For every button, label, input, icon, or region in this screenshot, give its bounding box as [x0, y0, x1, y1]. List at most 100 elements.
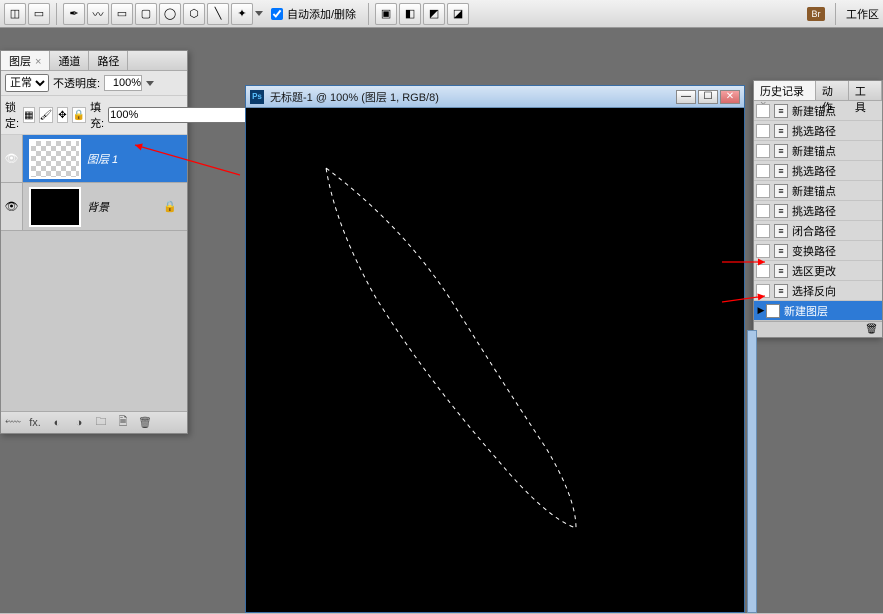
- path-subtract-icon[interactable]: ◧: [399, 3, 421, 25]
- auto-add-delete-checkbox[interactable]: 自动添加/删除: [271, 6, 356, 22]
- link-layers-icon[interactable]: ⬳: [5, 415, 21, 431]
- history-step-icon: ≡: [774, 224, 788, 238]
- path-combine-icon[interactable]: ▣: [375, 3, 397, 25]
- blend-mode-select[interactable]: 正常: [5, 74, 49, 92]
- visibility-toggle[interactable]: 👁: [1, 183, 23, 230]
- history-step-icon: ≡: [774, 124, 788, 138]
- lock-all-icon[interactable]: 🔒: [72, 107, 86, 123]
- history-step-icon: ≡: [774, 284, 788, 298]
- lock-icon: 🔒: [163, 200, 177, 213]
- history-item[interactable]: ≡选区更改: [754, 261, 882, 281]
- history-checkbox[interactable]: [756, 184, 770, 198]
- history-step-icon: ≡: [774, 244, 788, 258]
- visibility-toggle[interactable]: 👁: [1, 135, 23, 182]
- delete-layer-icon[interactable]: 🗑: [137, 415, 153, 431]
- layers-panel-tabs: 图层× 通道 路径: [1, 51, 187, 71]
- document-canvas[interactable]: [246, 108, 744, 612]
- history-item[interactable]: ≡新建锚点: [754, 181, 882, 201]
- separator: [56, 3, 57, 25]
- tab-actions[interactable]: 动作: [816, 81, 849, 100]
- maximize-button[interactable]: ☐: [698, 90, 718, 104]
- layer-name[interactable]: 图层 1: [87, 151, 118, 167]
- history-checkbox[interactable]: [756, 124, 770, 138]
- path-intersect-icon[interactable]: ◩: [423, 3, 445, 25]
- minimize-button[interactable]: —: [676, 90, 696, 104]
- history-item[interactable]: ▶≡新建图层: [754, 301, 882, 321]
- auto-add-label: 自动添加/删除: [287, 6, 356, 22]
- layer-name[interactable]: 背景: [87, 199, 109, 215]
- history-item[interactable]: ≡选择反向: [754, 281, 882, 301]
- tab-tools[interactable]: 工具: [849, 81, 882, 100]
- history-item[interactable]: ≡新建锚点: [754, 141, 882, 161]
- layer-mask-icon[interactable]: ◐: [49, 415, 65, 431]
- opacity-input[interactable]: [104, 75, 142, 91]
- polygon-shape-icon[interactable]: ⬡: [183, 3, 205, 25]
- rect-shape-icon[interactable]: ▭: [111, 3, 133, 25]
- tool-pen-rect-icon[interactable]: ◫: [4, 3, 26, 25]
- path-exclude-icon[interactable]: ◪: [447, 3, 469, 25]
- rounded-rect-icon[interactable]: ▢: [135, 3, 157, 25]
- pen-tool-icon[interactable]: ✒: [63, 3, 85, 25]
- lock-position-icon[interactable]: ✥: [57, 107, 67, 123]
- layer-blend-row: 正常 不透明度:: [1, 71, 187, 96]
- lock-label: 锁定:: [5, 99, 19, 131]
- docked-panel-strip[interactable]: [747, 330, 757, 613]
- history-checkbox[interactable]: [756, 264, 770, 278]
- history-panel: 历史记录 × 动作 工具 ≡新建锚点 ≡挑选路径 ≡新建锚点 ≡挑选路径 ≡新建…: [753, 80, 883, 338]
- line-shape-icon[interactable]: ╲: [207, 3, 229, 25]
- history-checkbox[interactable]: [756, 284, 770, 298]
- history-item[interactable]: ≡挑选路径: [754, 161, 882, 181]
- layer-row[interactable]: 👁 背景 🔒: [1, 183, 187, 231]
- adjustment-layer-icon[interactable]: ◑: [71, 415, 87, 431]
- tool-pen-shape-icon[interactable]: ▭: [28, 3, 50, 25]
- freeform-pen-icon[interactable]: 〰: [87, 3, 109, 25]
- trash-icon[interactable]: 🗑: [865, 324, 878, 335]
- opacity-label: 不透明度:: [53, 75, 100, 91]
- history-step-icon: ≡: [774, 264, 788, 278]
- layers-panel-footer: ⬳ fx. ◐ ◑ 🗀 🗎 🗑: [1, 411, 187, 433]
- opacity-slider-icon[interactable]: [146, 81, 154, 86]
- history-step-icon: ≡: [774, 204, 788, 218]
- close-button[interactable]: ✕: [720, 90, 740, 104]
- layer-fx-icon[interactable]: fx.: [27, 415, 43, 431]
- close-icon[interactable]: ×: [35, 56, 41, 68]
- history-checkbox[interactable]: [756, 224, 770, 238]
- tab-paths[interactable]: 路径: [89, 51, 128, 70]
- document-window: Ps 无标题-1 @ 100% (图层 1, RGB/8) — ☐ ✕: [245, 85, 745, 613]
- tab-layers[interactable]: 图层×: [1, 51, 50, 70]
- history-checkbox[interactable]: [756, 164, 770, 178]
- history-checkbox[interactable]: [756, 204, 770, 218]
- tab-history[interactable]: 历史记录 ×: [754, 81, 816, 100]
- bridge-icon[interactable]: Br: [807, 7, 825, 21]
- fill-input[interactable]: [108, 107, 254, 123]
- auto-add-checkbox-input[interactable]: [271, 8, 283, 20]
- tab-channels[interactable]: 通道: [50, 51, 89, 70]
- layer-thumbnail[interactable]: [29, 139, 81, 179]
- layer-group-icon[interactable]: 🗀: [93, 415, 109, 431]
- history-item[interactable]: ≡挑选路径: [754, 201, 882, 221]
- new-layer-icon[interactable]: 🗎: [115, 415, 131, 431]
- history-step-icon: ≡: [774, 184, 788, 198]
- custom-shape-icon[interactable]: ✦: [231, 3, 253, 25]
- history-checkbox[interactable]: [756, 244, 770, 258]
- layers-panel: 图层× 通道 路径 正常 不透明度: 锁定: ▦ 🖌 ✥ 🔒 填充: 👁 图层 …: [0, 50, 188, 434]
- history-item[interactable]: ≡闭合路径: [754, 221, 882, 241]
- history-step-icon: ≡: [774, 164, 788, 178]
- separator: [368, 3, 369, 25]
- lock-transparent-icon[interactable]: ▦: [23, 107, 34, 123]
- layer-row[interactable]: 👁 图层 1: [1, 135, 187, 183]
- workspace-label[interactable]: 工作区: [846, 6, 879, 22]
- history-checkbox[interactable]: [756, 104, 770, 118]
- layers-list: 👁 图层 1 👁 背景 🔒: [1, 135, 187, 411]
- fill-label: 填充:: [90, 99, 104, 131]
- options-bar: ◫ ▭ ✒ 〰 ▭ ▢ ◯ ⬡ ╲ ✦ 自动添加/删除 ▣ ◧ ◩ ◪ Br 工…: [0, 0, 883, 28]
- document-titlebar[interactable]: Ps 无标题-1 @ 100% (图层 1, RGB/8) — ☐ ✕: [246, 86, 744, 108]
- history-item[interactable]: ≡挑选路径: [754, 121, 882, 141]
- layer-thumbnail[interactable]: [29, 187, 81, 227]
- history-step-icon: ≡: [774, 104, 788, 118]
- ellipse-shape-icon[interactable]: ◯: [159, 3, 181, 25]
- lock-image-icon[interactable]: 🖌: [39, 107, 54, 123]
- history-checkbox[interactable]: [756, 144, 770, 158]
- history-item[interactable]: ≡变换路径: [754, 241, 882, 261]
- shape-dropdown-icon[interactable]: [255, 11, 263, 16]
